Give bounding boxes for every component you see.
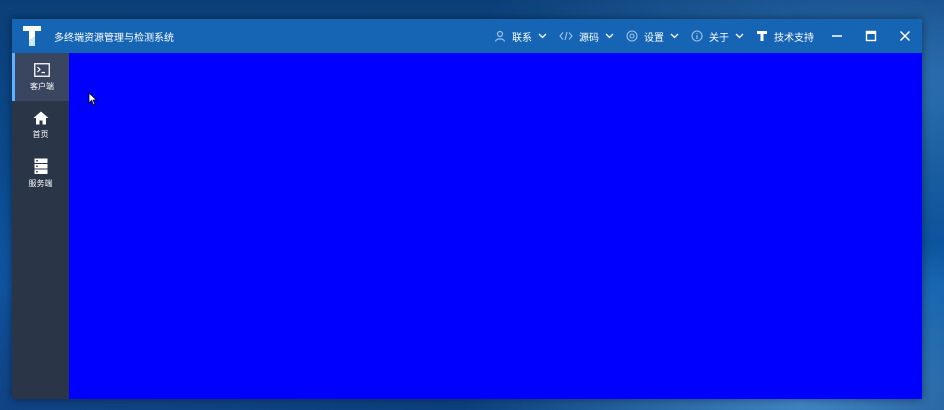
close-button[interactable]	[888, 19, 922, 53]
title-bar[interactable]: 多终端资源管理与检测系统 联系 源码 设置 关于 技术支持	[12, 19, 922, 53]
menu-settings-label: 设置	[644, 32, 664, 44]
user-icon	[494, 30, 506, 42]
menu-source[interactable]: 源码	[553, 19, 620, 53]
sidebar-item-label: 首页	[32, 129, 49, 139]
maximize-icon	[865, 27, 877, 46]
chevron-down-icon	[670, 33, 679, 39]
menu-about-label: 关于	[709, 32, 729, 44]
menu-contact-label: 联系	[512, 32, 532, 44]
code-icon	[559, 31, 573, 41]
menu-source-label: 源码	[579, 32, 599, 44]
server-icon	[34, 158, 48, 178]
chevron-down-icon	[538, 33, 547, 39]
menu-tech-support[interactable]: 技术支持	[750, 19, 820, 53]
sidebar-item-label: 客户端	[30, 81, 54, 91]
minimize-button[interactable]	[820, 19, 854, 53]
info-icon	[691, 30, 703, 42]
app-window: 多终端资源管理与检测系统 联系 源码 设置 关于 技术支持 客户端 首页 服务端	[12, 19, 922, 399]
top-menu: 联系 源码 设置 关于 技术支持	[488, 19, 922, 53]
sidebar-item-client[interactable]: 客户端	[12, 53, 69, 101]
menu-tech-support-label: 技术支持	[774, 32, 814, 44]
terminal-icon	[34, 62, 50, 81]
maximize-button[interactable]	[854, 19, 888, 53]
app-logo-icon	[20, 24, 44, 48]
sidebar: 客户端 首页 服务端	[12, 53, 69, 399]
window-title: 多终端资源管理与检测系统	[54, 32, 174, 44]
menu-contact[interactable]: 联系	[488, 19, 553, 53]
mouse-cursor-icon	[88, 91, 98, 110]
minimize-icon	[831, 27, 843, 46]
home-icon	[33, 111, 49, 129]
main-content-area[interactable]	[69, 53, 922, 399]
sidebar-item-label: 服务端	[28, 178, 53, 188]
settings-icon	[626, 30, 638, 42]
close-icon	[899, 27, 911, 46]
menu-settings[interactable]: 设置	[620, 19, 685, 53]
sidebar-item-home[interactable]: 首页	[12, 101, 69, 149]
t-logo-icon	[756, 30, 768, 42]
chevron-down-icon	[735, 33, 744, 39]
sidebar-item-server[interactable]: 服务端	[12, 149, 69, 197]
chevron-down-icon	[605, 33, 614, 39]
menu-about[interactable]: 关于	[685, 19, 750, 53]
